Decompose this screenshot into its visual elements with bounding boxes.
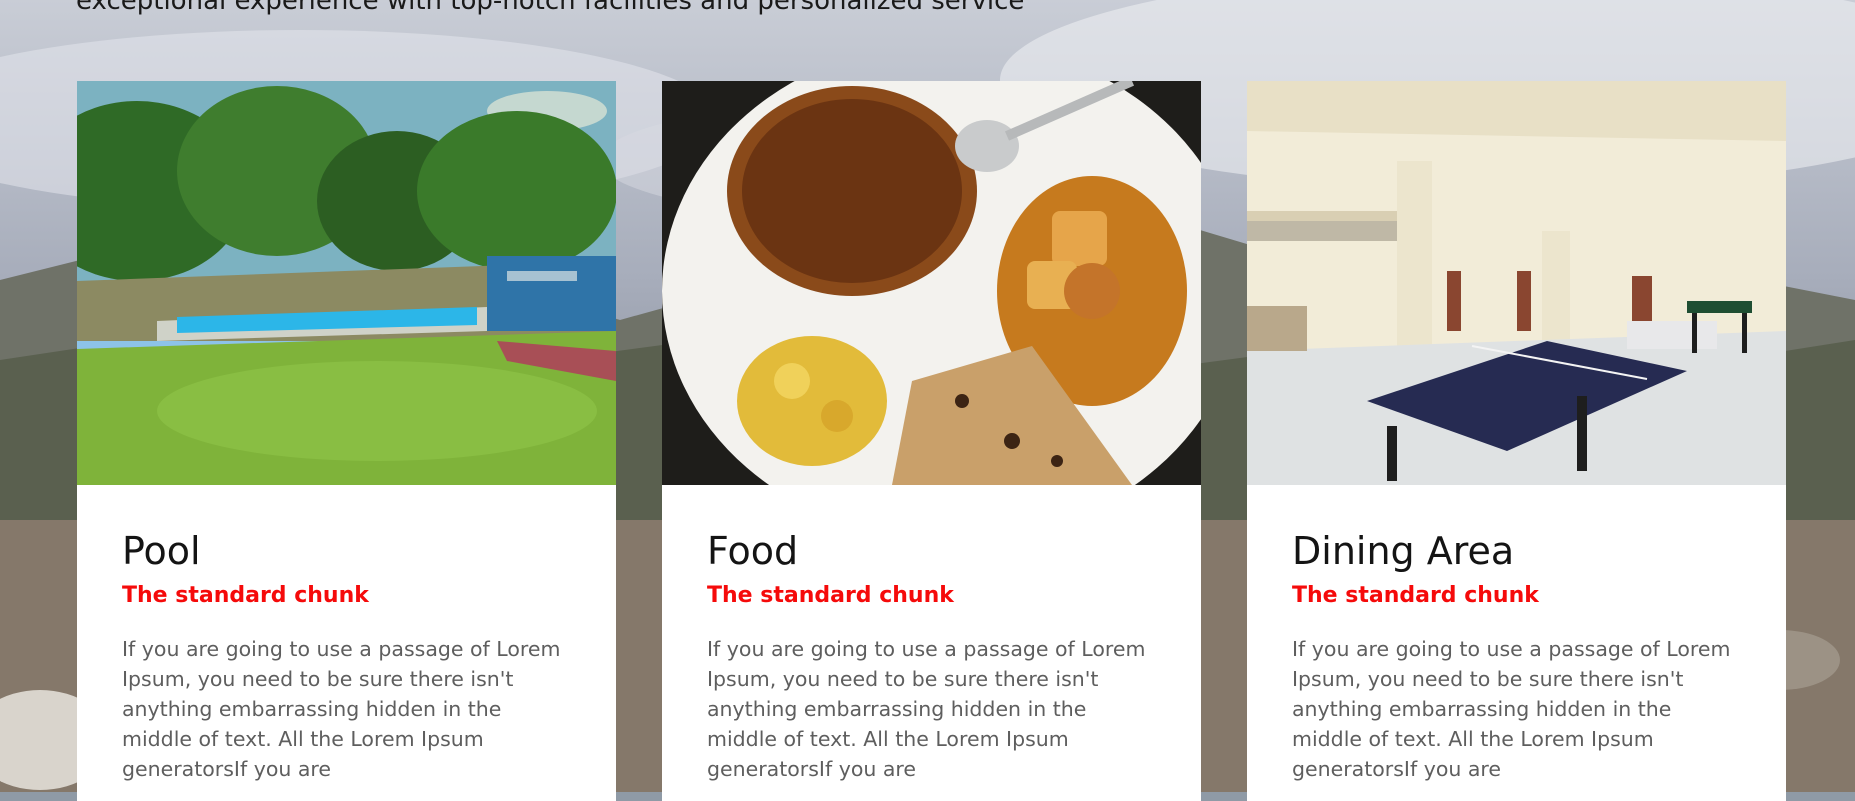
pool-photo — [77, 81, 616, 485]
facility-card-pool[interactable]: Pool The standard chunk If you are going… — [77, 81, 616, 801]
section-intro-text: exceptional experience with top-notch fa… — [76, 0, 1025, 16]
facility-card-food[interactable]: Food The standard chunk If you are going… — [662, 81, 1201, 801]
card-description: If you are going to use a passage of Lor… — [1292, 636, 1731, 781]
card-title: Pool — [122, 529, 201, 573]
card-title: Dining Area — [1292, 529, 1515, 573]
card-subtitle: The standard chunk — [707, 582, 954, 608]
card-description: If you are going to use a passage of Lor… — [707, 636, 1146, 781]
card-subtitle: The standard chunk — [1292, 582, 1539, 608]
card-subtitle: The standard chunk — [122, 582, 369, 608]
card-description: If you are going to use a passage of Lor… — [122, 636, 561, 781]
dining-area-photo — [1247, 81, 1786, 485]
facility-card-dining-area[interactable]: Dining Area The standard chunk If you ar… — [1247, 81, 1786, 801]
food-photo — [662, 81, 1201, 485]
card-title: Food — [707, 529, 799, 573]
